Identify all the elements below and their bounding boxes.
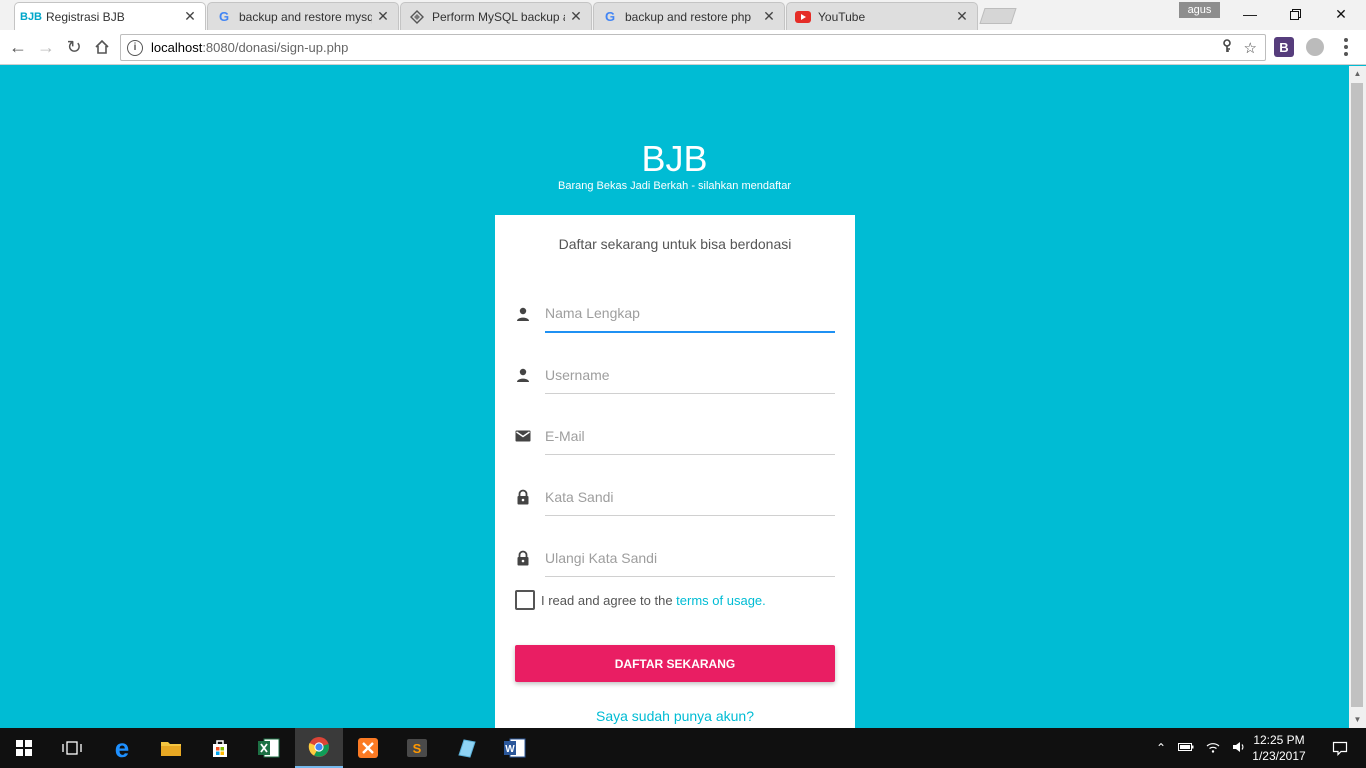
word-icon[interactable]: W bbox=[491, 728, 539, 768]
browser-menu-icon[interactable] bbox=[1344, 38, 1348, 56]
wifi-icon[interactable] bbox=[1206, 741, 1220, 756]
signup-button[interactable]: DAFTAR SEKARANG bbox=[515, 645, 835, 682]
password-input[interactable] bbox=[545, 478, 835, 516]
address-bar[interactable]: i localhost :8080/donasi/sign-up.php ☆ bbox=[120, 34, 1266, 61]
xampp-icon[interactable] bbox=[344, 728, 392, 768]
full-name-input[interactable] bbox=[545, 295, 835, 333]
tab-title: Perform MySQL backup and bbox=[432, 9, 565, 24]
bootstrap-extension-icon[interactable]: B bbox=[1274, 37, 1294, 57]
google-icon: G bbox=[604, 9, 616, 24]
close-tab-icon[interactable]: ✕ bbox=[762, 8, 776, 25]
tab-registrasi-bjb[interactable]: BJB Registrasi BJB ✕ bbox=[14, 2, 206, 30]
back-arrow-icon[interactable]: ← bbox=[5, 34, 31, 60]
confirm-password-input[interactable] bbox=[545, 539, 835, 577]
minimize-icon[interactable]: — bbox=[1227, 0, 1273, 28]
mysql-icon bbox=[409, 9, 425, 25]
lock-icon bbox=[515, 550, 531, 566]
close-tab-icon[interactable]: ✕ bbox=[955, 8, 969, 25]
terms-checkbox[interactable] bbox=[515, 590, 535, 610]
taskbar-clock[interactable]: 12:25 PM 1/23/2017 bbox=[1242, 732, 1316, 764]
username-input[interactable] bbox=[545, 356, 835, 394]
person-icon bbox=[515, 306, 531, 322]
file-explorer-icon[interactable] bbox=[147, 728, 195, 768]
reload-icon[interactable]: ↻ bbox=[61, 34, 87, 60]
close-window-icon[interactable]: ✕ bbox=[1318, 0, 1364, 28]
windows-start-icon[interactable] bbox=[0, 728, 48, 768]
terms-link[interactable]: terms of usage bbox=[676, 593, 762, 608]
scroll-down-arrow-icon[interactable]: ▼ bbox=[1349, 712, 1366, 728]
person-icon bbox=[515, 367, 531, 383]
home-icon[interactable] bbox=[89, 34, 115, 60]
confirm-password-field bbox=[515, 539, 835, 579]
edge-browser-icon[interactable]: e bbox=[98, 728, 146, 768]
key-icon[interactable] bbox=[1222, 38, 1232, 57]
browser-tab-strip: BJB Registrasi BJB ✕ G backup and restor… bbox=[0, 0, 1366, 30]
chevron-up-icon[interactable]: ⌃ bbox=[1156, 741, 1166, 755]
youtube-icon bbox=[795, 9, 811, 25]
url-path: :8080/donasi/sign-up.php bbox=[202, 40, 349, 55]
excel-icon[interactable] bbox=[245, 728, 293, 768]
username-field bbox=[515, 356, 835, 396]
tab-perform-mysql-backup[interactable]: Perform MySQL backup and ✕ bbox=[400, 2, 592, 30]
signup-card: Daftar sekarang untuk bisa berdonasi I r… bbox=[495, 215, 855, 735]
bjb-logo-icon: BJB bbox=[20, 10, 43, 23]
tab-backup-restore-mysql[interactable]: G backup and restore mysql ✕ bbox=[207, 2, 399, 30]
battery-icon[interactable] bbox=[1178, 741, 1194, 755]
tab-backup-restore-php[interactable]: G backup and restore php ✕ bbox=[593, 2, 785, 30]
tab-youtube[interactable]: YouTube ✕ bbox=[786, 2, 978, 30]
info-icon[interactable]: i bbox=[127, 39, 143, 56]
password-field bbox=[515, 478, 835, 518]
tab-title: backup and restore php bbox=[625, 9, 752, 24]
forward-arrow-icon[interactable]: → bbox=[33, 34, 59, 60]
signup-intro: Daftar sekarang untuk bisa berdonasi bbox=[558, 236, 792, 252]
clock-time: 12:25 PM bbox=[1253, 733, 1305, 747]
login-link[interactable]: Saya sudah punya akun? bbox=[495, 708, 855, 724]
tab-title: YouTube bbox=[818, 9, 866, 24]
svg-text:S: S bbox=[413, 741, 422, 756]
bookmark-star-icon[interactable]: ☆ bbox=[1244, 39, 1257, 57]
agree-text: I read and agree to the bbox=[541, 592, 673, 608]
chrome-icon[interactable] bbox=[295, 728, 343, 768]
close-tab-icon[interactable]: ✕ bbox=[183, 8, 197, 25]
lock-icon bbox=[515, 489, 531, 505]
url-host: localhost bbox=[151, 40, 203, 55]
task-view-icon[interactable] bbox=[48, 728, 96, 768]
brand-tagline: Barang Bekas Jadi Berkah - silahkan mend… bbox=[558, 180, 791, 192]
close-tab-icon[interactable]: ✕ bbox=[376, 8, 390, 25]
store-icon[interactable] bbox=[196, 728, 244, 768]
full-name-field bbox=[515, 295, 835, 335]
email-input[interactable] bbox=[545, 417, 835, 455]
tab-title: backup and restore mysql bbox=[239, 9, 372, 24]
profile-button[interactable]: agus bbox=[1179, 2, 1220, 18]
email-field bbox=[515, 417, 835, 457]
windows-taskbar: e S W ⌃ 12:25 PM 1/23/2017 bbox=[0, 728, 1366, 768]
google-icon: G bbox=[218, 9, 230, 24]
brand-title: BJB bbox=[641, 138, 708, 179]
email-icon bbox=[515, 428, 531, 444]
terms-agreement: I read and agree to the terms of usage. bbox=[515, 590, 766, 610]
scroll-up-arrow-icon[interactable]: ▲ bbox=[1349, 66, 1366, 82]
terms-period: . bbox=[762, 592, 766, 608]
new-tab-button[interactable] bbox=[979, 8, 1017, 24]
svg-text:W: W bbox=[505, 744, 515, 755]
action-center-icon[interactable] bbox=[1332, 728, 1348, 768]
restore-icon[interactable] bbox=[1272, 0, 1318, 28]
close-tab-icon[interactable]: ✕ bbox=[569, 8, 583, 25]
sublime-text-icon[interactable]: S bbox=[393, 728, 441, 768]
tab-title: Registrasi BJB bbox=[46, 9, 125, 24]
notepad-icon[interactable] bbox=[442, 728, 490, 768]
extension-icon[interactable] bbox=[1306, 38, 1324, 56]
scrollbar-thumb[interactable] bbox=[1351, 83, 1363, 707]
clock-date: 1/23/2017 bbox=[1252, 749, 1306, 763]
page-scrollbar[interactable]: ▲ ▼ bbox=[1349, 66, 1366, 728]
browser-toolbar: ← → ↻ i localhost :8080/donasi/sign-up.p… bbox=[0, 30, 1366, 65]
